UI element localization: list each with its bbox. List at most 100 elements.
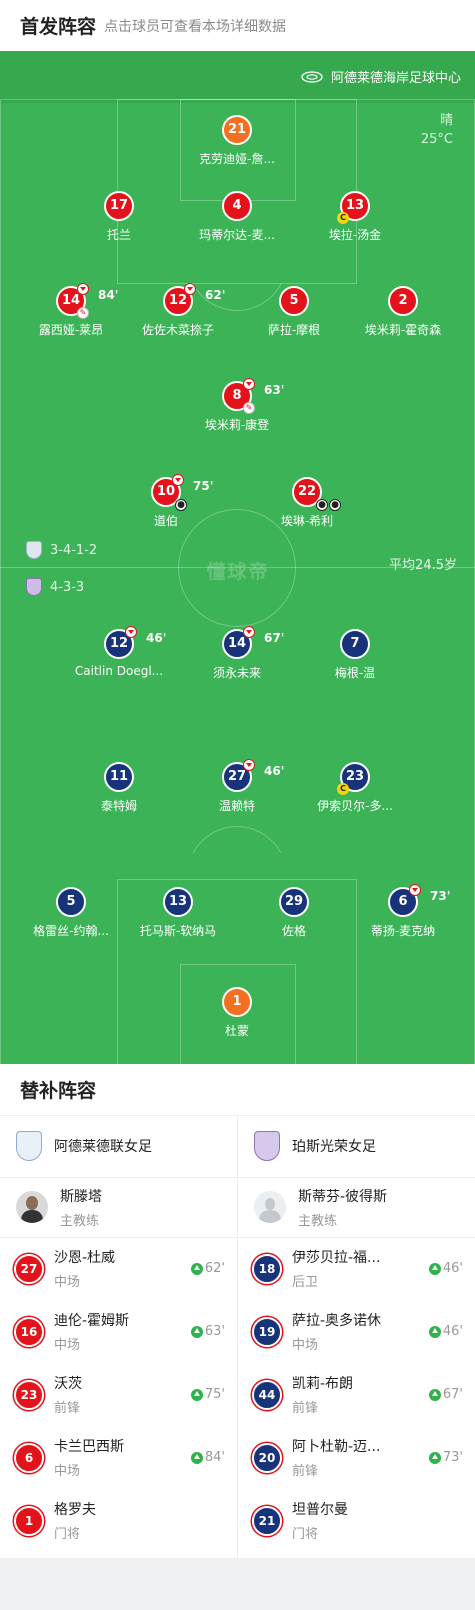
- sub-on-minute: 46': [428, 1324, 463, 1339]
- home-team-name: 阿德莱德联女足: [54, 1139, 152, 1155]
- player-number-badge: 7: [340, 629, 370, 659]
- player-name: Caitlin Doegl...: [74, 664, 164, 678]
- substitute-row[interactable]: 16 迪伦-霍姆斯 中场 63': [0, 1300, 237, 1363]
- substitute-row[interactable]: 44 凯莉-布朗 前锋 67': [238, 1363, 475, 1426]
- away-coach-row[interactable]: 斯蒂芬-彼得斯 主教练: [238, 1177, 475, 1237]
- player-number-badge: 5: [56, 887, 86, 917]
- away-subs-column: 珀斯光荣女足 斯蒂芬-彼得斯 主教练 18 伊莎贝拉-福... 后卫 46' 19 萨拉-…: [238, 1115, 475, 1552]
- event-icon: ✎: [77, 307, 89, 319]
- substituted-off-icon: [409, 884, 421, 896]
- away-player[interactable]: 23 C 伊索贝尔-多...: [300, 762, 410, 814]
- substituted-off-icon: [77, 283, 89, 295]
- player-number-badge: 2: [388, 286, 418, 316]
- away-player[interactable]: 12 46' Caitlin Doegl...: [64, 626, 174, 678]
- player-number: 12: [168, 293, 188, 308]
- home-player[interactable]: 10 75' ● 道伯: [111, 474, 221, 529]
- home-player[interactable]: 13 C 埃拉-汤金: [300, 191, 410, 243]
- sub-on-minute: 67': [428, 1387, 463, 1402]
- player-name: 杜蒙: [224, 1024, 249, 1038]
- substitute-name: 迪伦-霍姆斯: [54, 1313, 130, 1329]
- player-number-badge: 21: [222, 115, 252, 145]
- weather: 晴 25°C: [421, 111, 453, 149]
- substitute-row[interactable]: 20 阿卜杜勒-迈... 前锋 73': [238, 1426, 475, 1489]
- goal-ball-icon: ●: [329, 499, 341, 511]
- substitute-row[interactable]: 21 坦普尔曼 门将: [238, 1489, 475, 1552]
- substitute-row[interactable]: 27 沙恩-杜威 中场 62': [0, 1237, 237, 1300]
- captain-icon: C: [337, 212, 349, 224]
- away-player[interactable]: 11 泰特姆: [64, 762, 174, 814]
- away-player[interactable]: 29 佐格: [239, 887, 349, 939]
- away-team-mini-badge: [26, 578, 42, 596]
- away-player[interactable]: 13 托马斯-软纳马: [123, 887, 233, 939]
- player-number-badge: 13: [163, 887, 193, 917]
- away-player[interactable]: 7 梅根-温: [300, 629, 410, 681]
- substituted-off-icon: [243, 759, 255, 771]
- player-name: 温赖特: [218, 799, 255, 813]
- home-player[interactable]: 21 克劳迪娅-詹...: [182, 115, 292, 167]
- player-name: 萨拉-摩根: [267, 323, 321, 337]
- player-number: 5: [289, 293, 299, 308]
- player-number: 29: [284, 894, 304, 909]
- substituted-on-icon: [428, 1388, 441, 1401]
- player-number: 12: [109, 636, 129, 651]
- watermark: 懂球帝: [206, 561, 270, 583]
- player-number: 13: [168, 894, 188, 909]
- player-number: 5: [66, 894, 76, 909]
- substitute-row[interactable]: 6 卡兰巴西斯 中场 84': [0, 1426, 237, 1489]
- away-formation: 4-3-3: [26, 578, 84, 596]
- player-number-badge: 14 84' ✎: [56, 283, 118, 319]
- substituted-off-icon: [243, 626, 255, 638]
- home-player[interactable]: 17 托兰: [64, 191, 174, 243]
- home-player[interactable]: 4 玛蒂尔达-麦...: [182, 191, 292, 243]
- substitute-row[interactable]: 1 格罗夫 门将: [0, 1489, 237, 1552]
- home-team-mini-badge: [26, 541, 42, 559]
- sub-on-minute: 84': [190, 1450, 225, 1465]
- home-team-row[interactable]: 阿德莱德联女足: [0, 1115, 237, 1177]
- home-player[interactable]: 12 62' 佐佐木菜捺子: [123, 283, 233, 338]
- substitute-position: 中场: [54, 1338, 81, 1353]
- player-number: 14: [61, 293, 81, 308]
- away-player[interactable]: 1 杜蒙: [182, 987, 292, 1039]
- sub-on-minute: 46': [428, 1261, 463, 1276]
- substituted-on-icon: [428, 1262, 441, 1275]
- player-number: 6: [398, 894, 408, 909]
- player-number-badge: 10 75' ●: [151, 474, 213, 511]
- home-player[interactable]: 2 埃米莉-霍奇森: [348, 286, 458, 338]
- goal-ball-icon: ●: [175, 499, 187, 511]
- substituted-off-icon: [125, 626, 137, 638]
- sub-off-minute: 46': [264, 764, 285, 778]
- home-subs-column: 阿德莱德联女足 斯滕塔 主教练 27 沙恩-杜威 中场 62' 16 迪伦-霍姆斯 中场 63…: [0, 1115, 237, 1552]
- away-team-row[interactable]: 珀斯光荣女足: [238, 1115, 475, 1177]
- substitute-number: 1: [14, 1505, 44, 1536]
- away-player[interactable]: 27 46' 温赖特: [182, 759, 292, 814]
- sub-off-minute: 84': [98, 288, 119, 302]
- substituted-on-icon: [428, 1451, 441, 1464]
- substitute-name: 伊莎贝拉-福...: [292, 1250, 381, 1266]
- away-player[interactable]: 6 73' 蒂扬-麦克纳: [348, 884, 458, 939]
- substitute-position: 前锋: [292, 1401, 319, 1416]
- player-number-badge: 12 46': [104, 626, 166, 659]
- away-player[interactable]: 5 格雷丝-约翰...: [16, 887, 126, 939]
- home-player[interactable]: 5 萨拉-摩根: [239, 286, 349, 338]
- player-name: 露西娅-莱昂: [38, 323, 104, 337]
- substitute-position: 门将: [292, 1527, 319, 1542]
- home-player[interactable]: 8 63' ✎ 埃米莉-康登: [182, 378, 292, 433]
- home-player[interactable]: 22 ● ● 埃琳-希利: [252, 477, 362, 529]
- home-coach-row[interactable]: 斯滕塔 主教练: [0, 1177, 237, 1237]
- substitute-name: 卡兰巴西斯: [54, 1439, 124, 1455]
- substitute-row[interactable]: 19 萨拉-奥多诺休 中场 46': [238, 1300, 475, 1363]
- player-number-badge: 11: [104, 762, 134, 792]
- substitutes-section: 替补阵容 阿德莱德联女足 斯滕塔 主教练 27 沙恩-杜威 中场 62' 16 迪伦-霍姆…: [0, 1064, 475, 1558]
- player-number: 4: [232, 198, 242, 213]
- player-name: 埃米莉-康登: [204, 418, 270, 432]
- sub-off-minute: 67': [264, 631, 285, 645]
- substitute-row[interactable]: 18 伊莎贝拉-福... 后卫 46': [238, 1237, 475, 1300]
- captain-icon: C: [337, 783, 349, 795]
- substituted-on-icon: [190, 1325, 203, 1338]
- substitute-name: 沃茨: [54, 1376, 82, 1392]
- away-player[interactable]: 14 67' 须永未来: [182, 626, 292, 681]
- perth-glory-logo-icon: [254, 1131, 280, 1161]
- home-player[interactable]: 14 84' ✎ 露西娅-莱昂: [16, 283, 126, 338]
- player-number: 27: [227, 769, 247, 784]
- substitute-row[interactable]: 23 沃茨 前锋 75': [0, 1363, 237, 1426]
